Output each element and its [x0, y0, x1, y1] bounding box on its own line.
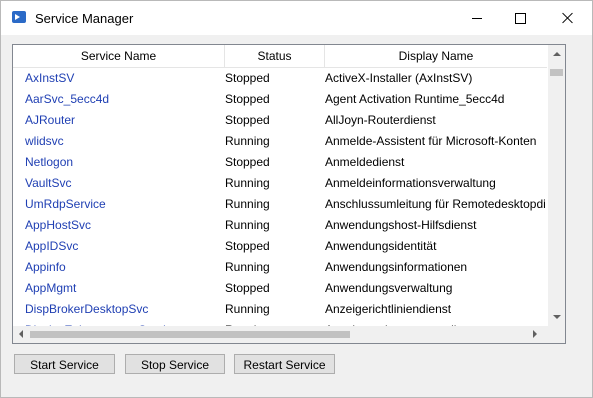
- cell-display-name: Agent Activation Runtime_5ecc4d: [325, 92, 505, 106]
- cell-status: Running: [225, 302, 270, 316]
- cell-service-name: AppMgmt: [25, 281, 77, 295]
- powershell-icon: [12, 11, 26, 23]
- cell-status: Stopped: [225, 239, 270, 253]
- cell-service-name: VaultSvc: [25, 176, 72, 190]
- cell-service-name: AppIDSvc: [25, 239, 79, 253]
- cell-service-name: wlidsvc: [25, 134, 64, 148]
- cell-display-name: Anmelde-Assistent für Microsoft-Konten: [325, 134, 537, 148]
- table-row[interactable]: DispBrokerDesktopSvc Running Anzeigerichtl…: [13, 299, 547, 320]
- close-button[interactable]: [545, 1, 591, 35]
- window-title: Service Manager: [35, 11, 134, 26]
- cell-service-name: Appinfo: [25, 260, 66, 274]
- cell-status: Stopped: [225, 155, 270, 169]
- cell-display-name: AllJoyn-Routerdienst: [325, 113, 436, 127]
- column-header-status[interactable]: Status: [225, 45, 325, 67]
- column-header-display-name[interactable]: Display Name: [325, 45, 547, 67]
- minimize-button[interactable]: [454, 1, 500, 35]
- cell-status: Stopped: [225, 281, 270, 295]
- cell-service-name: AJRouter: [25, 113, 76, 127]
- maximize-button[interactable]: [497, 1, 543, 35]
- table-row[interactable]: Netlogon Stopped Anmeldedienst: [13, 152, 547, 173]
- cell-status: Stopped: [225, 113, 270, 127]
- cell-service-name: DispBrokerDesktopSvc: [25, 302, 149, 316]
- cell-service-name: AxInstSV: [25, 71, 75, 85]
- horizontal-scrollbar[interactable]: [13, 326, 565, 343]
- scroll-corner: [548, 326, 565, 343]
- cell-service-name: UmRdpService: [25, 197, 106, 211]
- cell-display-name: Anmeldedienst: [325, 155, 405, 169]
- column-header-service-name[interactable]: Service Name: [13, 45, 225, 67]
- cell-status: Stopped: [225, 92, 270, 106]
- cell-display-name: Anzeigerichtliniendienst: [325, 302, 452, 316]
- cell-display-name: Anwendungsidentität: [325, 239, 437, 253]
- table-row[interactable]: AppIDSvc Stopped Anwendungsidentität: [13, 236, 547, 257]
- scroll-down-icon[interactable]: [553, 315, 561, 319]
- table-row[interactable]: Appinfo Running Anwendungsinformationen: [13, 257, 547, 278]
- title-bar[interactable]: Service Manager: [1, 1, 592, 35]
- cell-display-name: Anwendungshost-Hilfsdienst: [325, 218, 477, 232]
- table-row[interactable]: wlidsvc Running Anmelde-Assistent für Micr…: [13, 131, 547, 152]
- cell-status: Running: [225, 134, 270, 148]
- start-service-button[interactable]: Start Service: [14, 354, 115, 374]
- cell-display-name: ActiveX-Installer (AxInstSV): [325, 71, 473, 85]
- cell-display-name: Anmeldeinformationsverwaltung: [325, 176, 496, 190]
- cell-status: Stopped: [225, 71, 270, 85]
- services-grid[interactable]: Service Name Status Display Name AxInstS…: [12, 44, 566, 344]
- cell-service-name: AppHostSvc: [25, 218, 92, 232]
- cell-service-name: AarSvc_5ecc4d: [25, 92, 110, 106]
- cell-status: Running: [225, 197, 270, 211]
- table-row[interactable]: AppMgmt Stopped Anwendungsverwaltung: [13, 278, 547, 299]
- table-row[interactable]: AxInstSV Stopped ActiveX-Installer (AxInst…: [13, 68, 547, 89]
- close-icon: [562, 12, 574, 24]
- cell-status: Running: [225, 176, 270, 190]
- table-row[interactable]: AarSvc_5ecc4d Stopped Agent Activation Run…: [13, 89, 547, 110]
- table-row[interactable]: AppHostSvc Running Anwendungshost-Hilfsdie…: [13, 215, 547, 236]
- table-row[interactable]: VaultSvc Running Anmeldeinformationsverwal…: [13, 173, 547, 194]
- table-row[interactable]: AJRouter Stopped AllJoyn-Routerdienst: [13, 110, 547, 131]
- scroll-left-icon[interactable]: [19, 330, 23, 338]
- stop-service-button[interactable]: Stop Service: [125, 354, 225, 374]
- cell-status: Running: [225, 260, 270, 274]
- cell-service-name: Netlogon: [25, 155, 74, 169]
- horizontal-scroll-thumb[interactable]: [30, 331, 350, 338]
- cell-display-name: Anschlussumleitung für Remotedesktopdi: [325, 197, 546, 211]
- restart-service-button[interactable]: Restart Service: [234, 354, 335, 374]
- vertical-scroll-thumb[interactable]: [550, 69, 563, 76]
- table-row[interactable]: UmRdpService Running Anschlussumleitung fü…: [13, 194, 547, 215]
- cell-status: Running: [225, 218, 270, 232]
- service-manager-window: Service Manager Service Name Status Disp…: [0, 0, 593, 398]
- scroll-up-icon[interactable]: [553, 52, 561, 56]
- scroll-right-icon[interactable]: [533, 330, 537, 338]
- cell-display-name: Anwendungsverwaltung: [325, 281, 453, 295]
- grid-rows: AxInstSV Stopped ActiveX-Installer (AxInst…: [13, 68, 547, 326]
- grid-header: Service Name Status Display Name: [13, 45, 547, 68]
- minimize-icon: [472, 17, 482, 19]
- cell-display-name: Anwendungsinformationen: [325, 260, 468, 274]
- vertical-scrollbar[interactable]: [548, 45, 565, 326]
- maximize-icon: [514, 12, 526, 24]
